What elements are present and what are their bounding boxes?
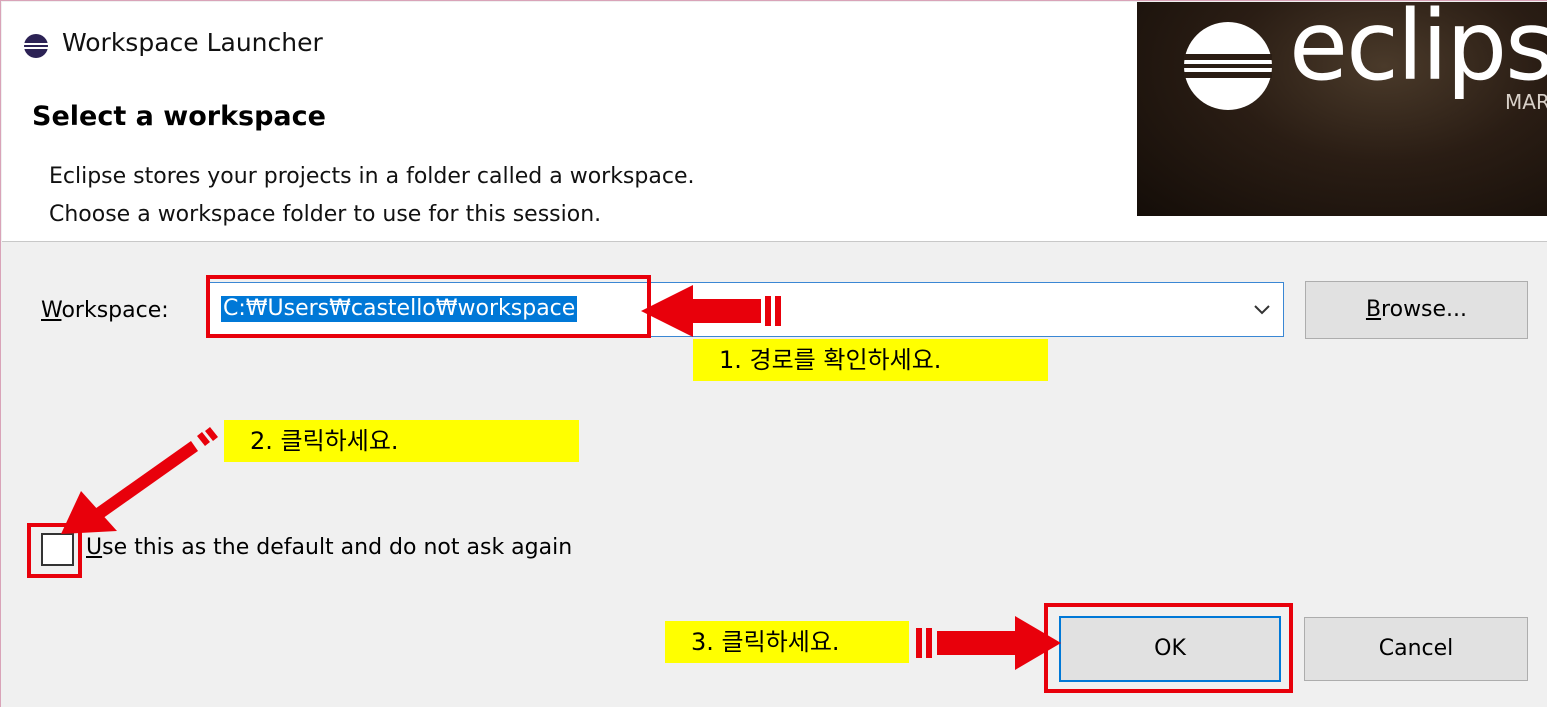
dialog-header: Workspace Launcher Select a workspace Ec… (2, 2, 1547, 242)
window-title: Workspace Launcher (62, 28, 323, 57)
step3-note: 3. 클릭하세요. (665, 621, 909, 663)
release-name: MAR (1505, 90, 1547, 114)
browse-button[interactable]: Browse... (1305, 281, 1528, 339)
chevron-down-icon[interactable] (1253, 302, 1271, 316)
workspace-label-accelerator: W (41, 298, 62, 323)
default-workspace-label[interactable]: Use this as the default and do not ask a… (86, 535, 572, 560)
eclipse-logo-icon (24, 34, 48, 58)
default-label-accelerator: U (86, 535, 103, 560)
step1-note: 1. 경로를 확인하세요. (693, 339, 1048, 381)
workspace-label-text: orkspace: (61, 298, 169, 323)
step2-note: 2. 클릭하세요. (224, 420, 579, 462)
section-title: Select a workspace (32, 101, 326, 132)
browse-accelerator: B (1365, 297, 1382, 322)
description-line-1: Eclipse stores your projects in a folder… (49, 164, 695, 189)
eclipse-wordmark: eclipse (1289, 2, 1547, 102)
eclipse-banner-logo-icon (1184, 22, 1272, 110)
ok-highlight-box (1044, 603, 1293, 693)
default-label-text: se this as the default and do not ask ag… (102, 535, 573, 560)
workspace-highlight-box (206, 275, 651, 338)
description-line-2: Choose a workspace folder to use for thi… (49, 202, 602, 227)
browse-label: rowse... (1381, 297, 1468, 322)
checkbox-highlight-box (27, 523, 82, 578)
step2-arrow-icon (61, 427, 218, 534)
eclipse-banner: eclipse MAR (1137, 2, 1547, 216)
workspace-label: Workspace: (41, 298, 169, 323)
cancel-button[interactable]: Cancel (1304, 617, 1528, 681)
workspace-launcher-dialog: Workspace Launcher Select a workspace Ec… (0, 0, 1547, 707)
step3-arrow-icon (916, 616, 1061, 670)
